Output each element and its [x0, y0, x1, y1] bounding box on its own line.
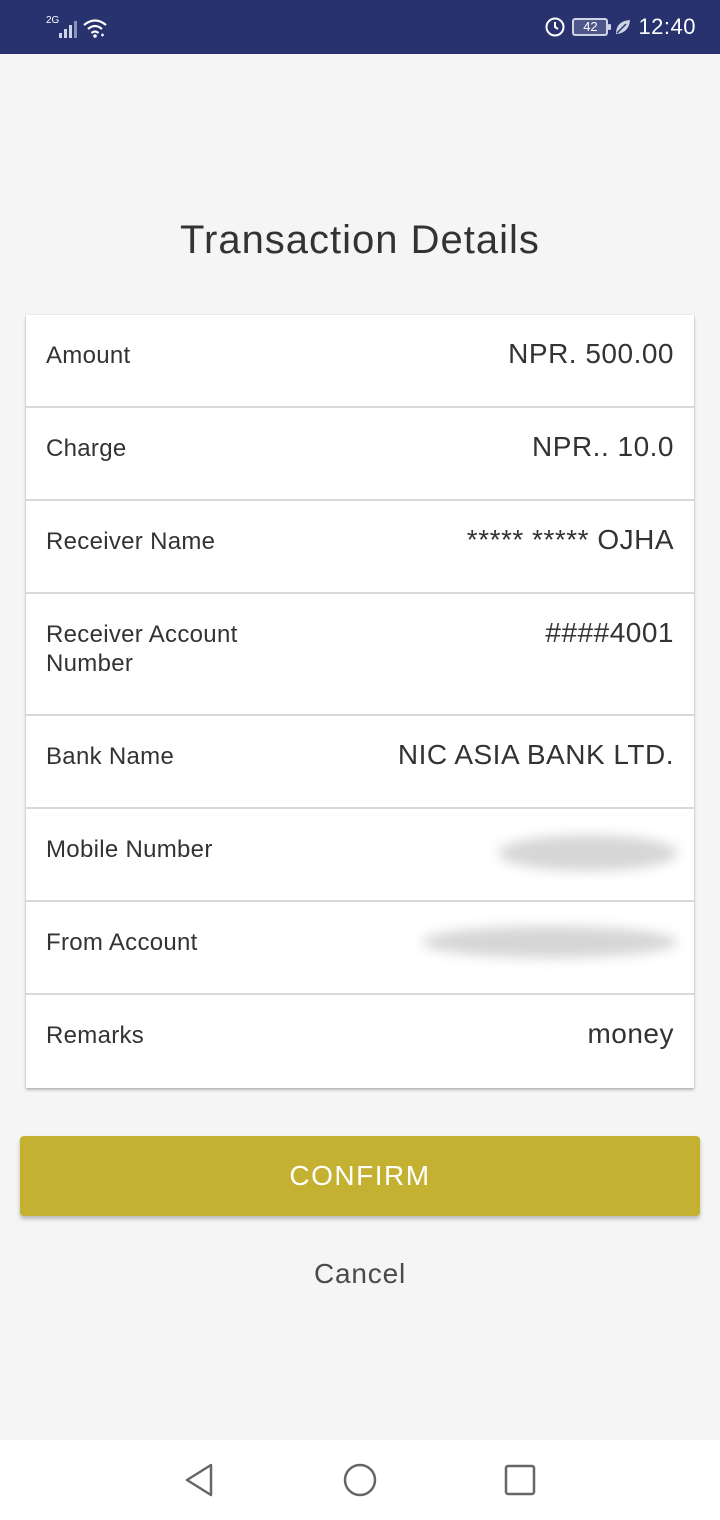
redacted-from-account	[422, 926, 678, 958]
battery-level: 42	[583, 19, 598, 34]
amount-value: NPR. 500.00	[508, 338, 674, 369]
leaf-icon	[616, 20, 631, 34]
clock: 12:40	[638, 14, 696, 39]
transaction-details-card: Amount NPR. 500.00 Charge NPR.. 10.0 Rec…	[26, 315, 694, 1088]
home-icon[interactable]	[340, 1460, 380, 1500]
receiver-account-label: Receiver Account Number	[46, 621, 238, 677]
receiver-name-label: Receiver Name	[46, 528, 216, 555]
alarm-icon	[545, 17, 565, 37]
detail-row-from-account: From Account	[26, 902, 694, 995]
signal-icon: 2G	[46, 15, 77, 40]
from-account-label: From Account	[46, 929, 198, 956]
status-left: 2G	[46, 14, 108, 40]
cancel-button[interactable]: Cancel	[260, 1250, 460, 1298]
page-title: Transaction Details	[180, 218, 540, 262]
bank-name-value: NIC ASIA BANK LTD.	[397, 739, 674, 770]
receiver-name-value: ***** ***** OJHA	[466, 524, 674, 555]
detail-row-remarks: Remarks money	[26, 995, 694, 1088]
detail-row-bank-name: Bank Name NIC ASIA BANK LTD.	[26, 716, 694, 809]
wifi-icon	[83, 19, 107, 38]
receiver-account-value: ####4001	[545, 617, 674, 648]
network-type: 2G	[46, 15, 60, 26]
confirm-button[interactable]: CONFIRM	[20, 1136, 700, 1216]
amount-label: Amount	[46, 342, 131, 369]
detail-row-receiver-name: Receiver Name ***** ***** OJHA	[26, 501, 694, 594]
remarks-label: Remarks	[46, 1022, 145, 1049]
detail-row-charge: Charge NPR.. 10.0	[26, 408, 694, 501]
battery-icon: 42	[572, 18, 612, 36]
remarks-value: money	[587, 1018, 674, 1049]
charge-label: Charge	[46, 435, 127, 462]
mobile-number-label: Mobile Number	[46, 836, 213, 863]
charge-value: NPR.. 10.0	[532, 431, 674, 462]
status-bar: 2G 42 12:40	[0, 0, 720, 54]
status-right: 42 12:40	[544, 12, 696, 42]
back-icon[interactable]	[180, 1460, 220, 1500]
detail-row-receiver-account: Receiver Account Number ####4001	[26, 594, 694, 716]
redacted-mobile-number	[498, 835, 678, 871]
recents-icon[interactable]	[500, 1460, 540, 1500]
detail-row-mobile-number: Mobile Number	[26, 809, 694, 902]
bank-name-label: Bank Name	[46, 743, 175, 770]
detail-row-amount: Amount NPR. 500.00	[26, 315, 694, 408]
system-nav-bar	[0, 1440, 720, 1520]
